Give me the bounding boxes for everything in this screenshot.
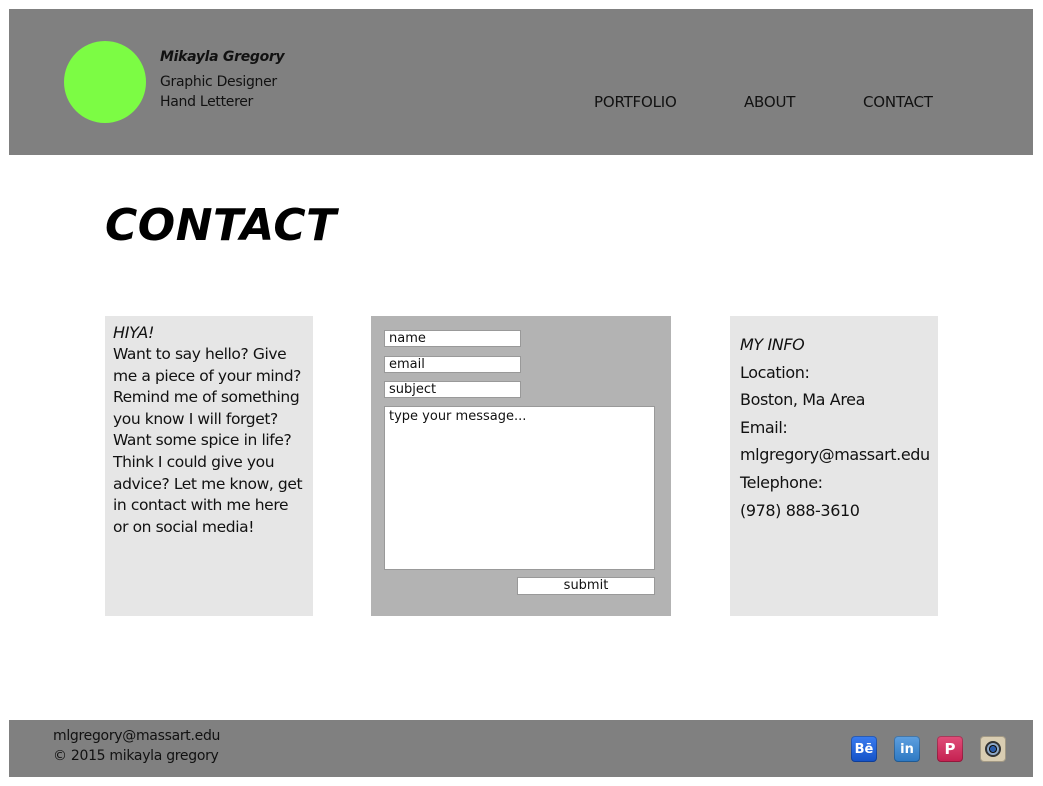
location-label: Location: <box>740 362 810 382</box>
behance-icon[interactable]: Bē <box>851 736 877 762</box>
my-info-title: MY INFO <box>740 335 805 354</box>
email-field[interactable] <box>384 356 521 373</box>
intro-message: Want to say hello? Give me a piece of yo… <box>113 345 303 536</box>
contact-form: submit <box>371 316 671 616</box>
role-graphic-designer: Graphic Designer <box>160 74 277 90</box>
footer-copyright: © 2015 mikayla gregory <box>53 748 219 764</box>
email-value: mlgregory@massart.edu <box>740 445 930 465</box>
message-field[interactable] <box>384 406 655 570</box>
linkedin-icon[interactable]: in <box>894 736 920 762</box>
site-owner-name: Mikayla Gregory <box>160 49 285 65</box>
nav-link-about[interactable]: ABOUT <box>744 93 795 111</box>
instagram-icon[interactable] <box>980 736 1006 762</box>
nav-link-portfolio[interactable]: PORTFOLIO <box>594 93 677 111</box>
instagram-lens <box>985 741 1001 757</box>
telephone-value: (978) 888-3610 <box>740 500 860 520</box>
logo-circle <box>64 41 146 123</box>
email-label: Email: <box>740 417 788 437</box>
my-info-panel: MY INFO Location: Boston, Ma Area Email:… <box>730 316 938 616</box>
page-title: CONTACT <box>105 200 337 251</box>
submit-button[interactable]: submit <box>517 577 655 595</box>
nav-link-contact[interactable]: CONTACT <box>863 93 933 111</box>
intro-panel: HIYA! Want to say hello? Give me a piece… <box>105 316 313 616</box>
intro-greeting: HIYA! <box>113 323 155 342</box>
role-hand-letterer: Hand Letterer <box>160 94 253 110</box>
location-value: Boston, Ma Area <box>740 390 865 410</box>
footer-email: mlgregory@massart.edu <box>53 728 221 744</box>
subject-field[interactable] <box>384 381 521 398</box>
name-field[interactable] <box>384 330 521 347</box>
site-header: Mikayla Gregory Graphic Designer Hand Le… <box>9 9 1033 155</box>
site-footer: mlgregory@massart.edu © 2015 mikayla gre… <box>9 720 1033 777</box>
pinterest-icon[interactable]: P <box>937 736 963 762</box>
telephone-label: Telephone: <box>740 472 823 492</box>
